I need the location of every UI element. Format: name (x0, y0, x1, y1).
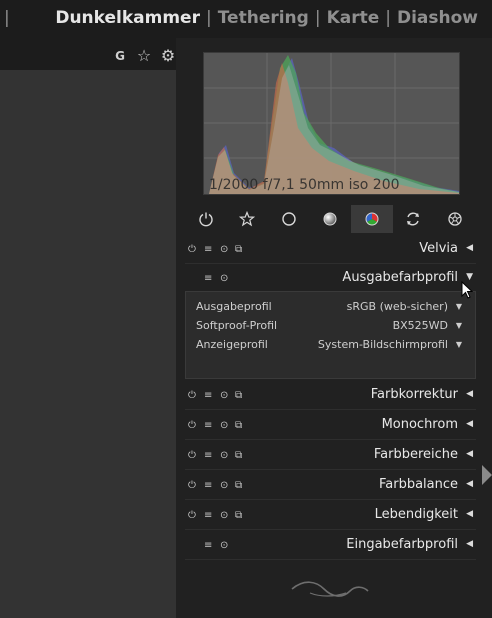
display-profile-label: Anzeigeprofil (196, 338, 268, 351)
effects-group-icon[interactable] (434, 205, 476, 233)
module-name: Ausgabefarbprofil (342, 270, 458, 285)
power-icon[interactable]: ⏻ (188, 480, 196, 491)
collapse-arrow-icon[interactable]: ◀ (466, 509, 473, 519)
multi-instance-icon[interactable]: ⧉ (235, 420, 242, 431)
presets-icon[interactable]: ≡ (204, 273, 212, 284)
module-name: Farbkorrektur (370, 387, 458, 402)
reset-icon[interactable]: ⊙ (220, 450, 228, 461)
reset-icon[interactable]: ⊙ (220, 480, 228, 491)
output-profile-label: Ausgabeprofil (196, 300, 272, 313)
power-icon[interactable]: ⏻ (188, 450, 196, 461)
multi-instance-icon[interactable]: ⧉ (235, 510, 242, 521)
view-switcher-bar: | Dunkelkammer | Tethering | Karte | Diashow (0, 0, 492, 38)
reset-icon[interactable]: ⊙ (220, 540, 228, 551)
module-name: Monochrom (381, 417, 458, 432)
dropdown-icon[interactable]: ▼ (456, 340, 462, 349)
module-name: Farbbereiche (373, 447, 458, 462)
presets-icon[interactable]: ≡ (204, 450, 212, 461)
gear-icon[interactable]: ⚙ (160, 46, 176, 65)
dropdown-icon[interactable]: ▼ (456, 302, 462, 311)
histogram[interactable]: 1/2000 f/7,1 50mm iso 200 (203, 52, 460, 195)
tone-group-icon[interactable] (310, 205, 352, 233)
module-color-correction[interactable]: ⏻ ≡ ⊙ ⧉ Farbkorrektur ◀ (185, 381, 476, 410)
view-slideshow[interactable]: Diashow (397, 8, 478, 28)
presets-icon[interactable]: ≡ (204, 540, 212, 551)
view-darkroom[interactable]: Dunkelkammer (55, 8, 200, 28)
presets-icon[interactable]: ≡ (204, 244, 212, 255)
power-icon[interactable]: ⏻ (188, 420, 196, 431)
exif-info: 1/2000 f/7,1 50mm iso 200 (209, 177, 400, 193)
image-canvas[interactable] (0, 70, 176, 618)
basic-group-icon[interactable] (268, 205, 310, 233)
module-groups (185, 205, 476, 233)
power-icon[interactable]: ⏻ (188, 390, 196, 401)
module-velvia[interactable]: ⏻ ≡ ⊙ ⧉ Velvia ◀ (185, 235, 476, 264)
multi-instance-icon[interactable]: ⧉ (235, 450, 242, 461)
collapse-arrow-icon[interactable]: ◀ (466, 539, 473, 549)
collapse-arrow-icon[interactable]: ◀ (466, 419, 473, 429)
module-name: Farbbalance (378, 477, 458, 492)
module-name: Velvia (419, 241, 458, 256)
power-icon[interactable]: ⏻ (188, 510, 196, 521)
reset-icon[interactable]: ⊙ (220, 273, 228, 284)
multi-instance-icon[interactable]: ⧉ (235, 390, 242, 401)
dropdown-icon[interactable]: ▼ (456, 321, 462, 330)
presets-icon[interactable]: ≡ (204, 390, 212, 401)
module-output-color-profile[interactable]: ≡ ⊙ Ausgabefarbprofil ▼ (185, 264, 476, 293)
module-input-color-profile[interactable]: ≡ ⊙ Eingabefarbprofil ◀ (185, 531, 476, 560)
reset-icon[interactable]: ⊙ (220, 420, 228, 431)
star-icon[interactable]: ☆ (136, 46, 152, 65)
reset-icon[interactable]: ⊙ (220, 390, 228, 401)
output-profile-settings: Ausgabeprofil sRGB (web-sicher) ▼ Softpr… (185, 291, 476, 379)
center-area (0, 38, 176, 618)
module-vibrance[interactable]: ⏻ ≡ ⊙ ⧉ Lebendigkeit ◀ (185, 501, 476, 530)
module-name: Lebendigkeit (374, 507, 458, 522)
collapse-arrow-icon[interactable]: ◀ (466, 479, 473, 489)
module-color-zones[interactable]: ⏻ ≡ ⊙ ⧉ Farbbereiche ◀ (185, 441, 476, 470)
multi-instance-icon[interactable]: ⧉ (235, 244, 242, 255)
view-map[interactable]: Karte (327, 8, 380, 28)
power-icon[interactable] (185, 205, 227, 233)
presets-icon[interactable]: ≡ (204, 510, 212, 521)
presets-icon[interactable]: ≡ (204, 480, 212, 491)
color-group-icon[interactable] (351, 205, 393, 233)
reset-icon[interactable]: ⊙ (220, 510, 228, 521)
display-profile-value[interactable]: System-Bildschirmprofil (318, 338, 448, 351)
module-name: Eingabefarbprofil (346, 537, 458, 552)
module-monochrome[interactable]: ⏻ ≡ ⊙ ⧉ Monochrom ◀ (185, 411, 476, 440)
views-list: Dunkelkammer | Tethering | Karte | Diashow (55, 8, 478, 28)
favorites-icon[interactable] (227, 205, 269, 233)
view-separator: | (314, 8, 321, 28)
mouse-cursor-icon (461, 281, 473, 299)
power-icon[interactable]: ⏻ (188, 244, 196, 255)
right-panel-toggle-icon[interactable] (482, 465, 492, 485)
correction-group-icon[interactable] (393, 205, 435, 233)
view-separator: | (205, 8, 212, 28)
softproof-profile-value[interactable]: BX525WD (393, 319, 448, 332)
module-color-balance[interactable]: ⏻ ≡ ⊙ ⧉ Farbbalance ◀ (185, 471, 476, 500)
panel-header-icons: G ☆ ⚙ (112, 46, 176, 65)
multi-instance-icon[interactable]: ⧉ (235, 480, 242, 491)
collapse-arrow-icon[interactable]: ◀ (466, 389, 473, 399)
view-separator: | (385, 8, 391, 28)
output-profile-value[interactable]: sRGB (web-sicher) (347, 300, 448, 313)
softproof-profile-label: Softproof-Profil (196, 319, 278, 332)
view-tethering[interactable]: Tethering (218, 8, 309, 28)
collapse-arrow-icon[interactable]: ◀ (466, 449, 473, 459)
view-separator: | (4, 8, 10, 28)
panel-end-ornament-icon (291, 581, 369, 597)
collapse-arrow-icon[interactable]: ◀ (466, 243, 473, 253)
presets-icon[interactable]: ≡ (204, 420, 212, 431)
reset-icon[interactable]: ⊙ (220, 244, 228, 255)
grouping-toggle-icon[interactable]: G (112, 49, 128, 63)
